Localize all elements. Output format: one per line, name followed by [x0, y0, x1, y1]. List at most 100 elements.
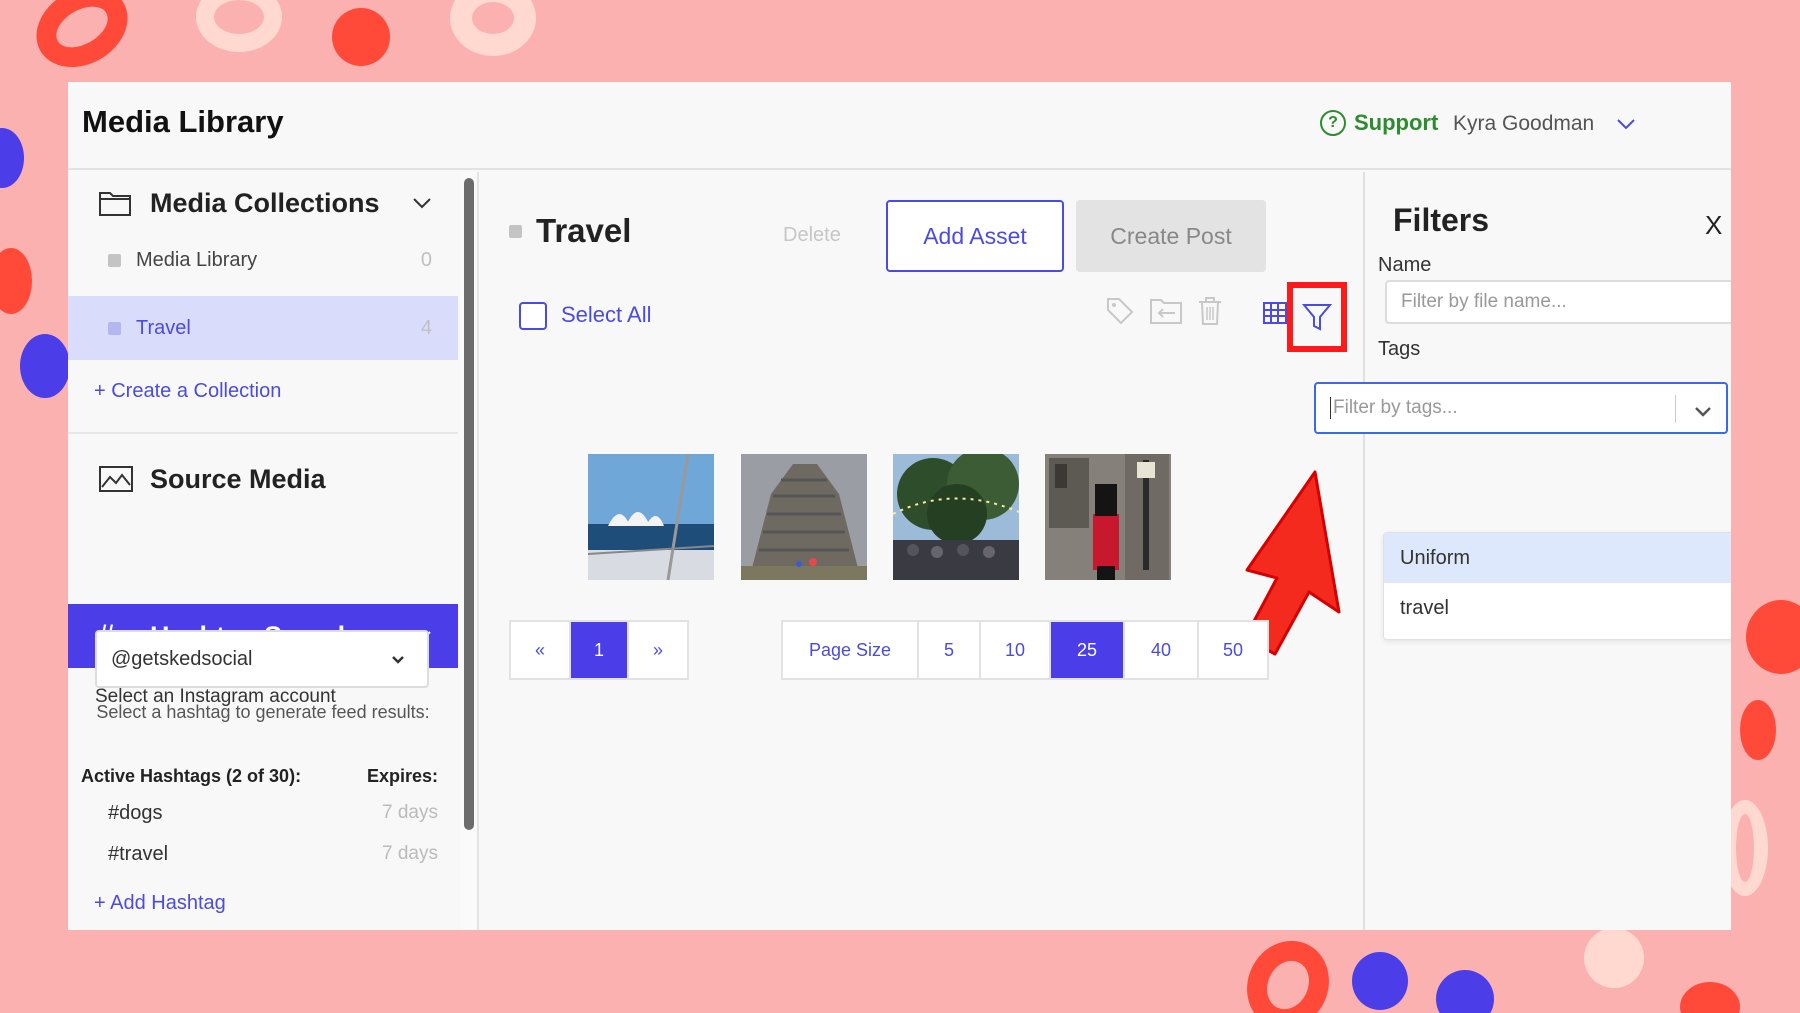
tag-icon[interactable]	[1105, 296, 1135, 331]
tags-dropdown: Uniform travel	[1383, 532, 1731, 640]
support-label: Support	[1354, 110, 1439, 135]
expires-label: Expires:	[367, 766, 439, 786]
app-window: Media Library ? Support Kyra Goodman Med…	[68, 82, 1731, 930]
section-divider	[68, 432, 458, 434]
decor-dot	[1746, 600, 1800, 674]
source-media-label: Source Media	[150, 463, 326, 494]
decor-dot	[1680, 982, 1740, 1013]
name-filter-input[interactable]: Filter by file name...	[1385, 280, 1731, 324]
support-link[interactable]: ? Support	[1320, 110, 1438, 136]
name-filter-placeholder: Filter by file name...	[1401, 291, 1567, 312]
page-size-option-selected[interactable]: 25	[1051, 622, 1125, 678]
hashtag-name: #dogs	[108, 802, 163, 824]
select-all-checkbox[interactable]	[519, 302, 547, 330]
collection-name: Media Library	[136, 248, 258, 271]
page-size-option[interactable]: 5	[919, 622, 981, 678]
chevron-down-icon	[1616, 114, 1636, 135]
page-size-option[interactable]: 10	[981, 622, 1051, 678]
page-size-label: Page Size	[783, 622, 919, 678]
decor-ring	[21, 0, 143, 84]
pager-prev-button[interactable]: «	[511, 622, 571, 678]
hashtag-expires: 7 days	[382, 802, 438, 823]
collection-count: 0	[420, 248, 432, 271]
media-thumbnail[interactable]	[588, 454, 714, 580]
decor-dot	[1740, 700, 1776, 760]
decor-dot	[1352, 952, 1408, 1010]
tags-filter-placeholder: Filter by tags...	[1333, 397, 1458, 418]
account-value: @getskedsocial	[111, 647, 253, 670]
close-filters-button[interactable]: X	[1705, 210, 1722, 241]
text-cursor	[1330, 397, 1331, 419]
tags-filter-field[interactable]: Filter by tags...	[1314, 382, 1728, 434]
decor-ring	[1232, 927, 1344, 1013]
caret-down-icon	[391, 651, 405, 667]
media-collections-label: Media Collections	[150, 187, 380, 218]
name-filter-label: Name	[1378, 254, 1432, 276]
grid-view-icon[interactable]	[1263, 302, 1287, 329]
collection-title: Travel	[509, 212, 631, 250]
media-thumbnail[interactable]	[893, 454, 1019, 580]
trash-icon[interactable]	[1197, 296, 1223, 331]
hashtag-row[interactable]: #travel 7 days	[108, 843, 438, 866]
collection-color-swatch	[509, 224, 522, 238]
media-thumbnail[interactable]	[1045, 454, 1171, 580]
collection-item-travel[interactable]: Travel 4	[68, 296, 458, 360]
decor-dot	[20, 334, 70, 398]
help-circle-icon: ?	[1320, 110, 1346, 136]
chevron-down-icon	[412, 193, 432, 214]
collection-item-media-library[interactable]: Media Library 0	[68, 228, 458, 292]
pager-next-button[interactable]: »	[629, 622, 687, 678]
move-to-collection-icon[interactable]	[1149, 296, 1183, 331]
chevron-down-icon[interactable]	[1694, 402, 1712, 424]
add-hashtag-link[interactable]: + Add Hashtag	[94, 892, 226, 915]
decor-ring	[450, 0, 536, 56]
filter-icon	[1302, 304, 1332, 331]
filter-button[interactable]	[1287, 282, 1347, 352]
active-hashtags-label: Active Hashtags (2 of 30):	[81, 766, 302, 786]
image-icon	[98, 465, 134, 498]
decor-dot	[1584, 928, 1644, 988]
collection-name: Travel	[136, 316, 191, 339]
select-all-label[interactable]: Select All	[561, 302, 652, 328]
create-post-button[interactable]: Create Post	[1076, 200, 1266, 272]
create-collection-link[interactable]: + Create a Collection	[94, 380, 281, 403]
instagram-account-select[interactable]: @getskedsocial	[95, 630, 429, 688]
decor-dot	[332, 8, 390, 66]
user-name: Kyra Goodman	[1453, 112, 1595, 135]
page-title: Media Library	[82, 104, 284, 139]
collection-title-text: Travel	[536, 212, 632, 249]
collection-color-swatch	[108, 253, 121, 267]
decor-dot	[1436, 970, 1494, 1013]
source-media-header[interactable]: Source Media	[68, 448, 458, 510]
sidebar-scrollbar-thumb[interactable]	[464, 178, 474, 830]
page-size-option[interactable]: 50	[1199, 622, 1267, 678]
hashtag-name: #travel	[108, 843, 169, 865]
filters-title: Filters	[1393, 202, 1490, 238]
folder-icon	[98, 189, 132, 222]
delete-button[interactable]: Delete	[783, 224, 841, 247]
tag-option[interactable]: travel	[1384, 583, 1731, 633]
page-size-selector: Page Size 5 10 25 40 50	[781, 620, 1269, 680]
filters-panel: Filters X Name Filter by file name... Ta…	[1365, 172, 1731, 930]
hashtag-expires: 7 days	[382, 843, 438, 864]
collection-count: 4	[420, 316, 432, 339]
tags-filter-label: Tags	[1378, 338, 1421, 360]
decor-ring	[196, 0, 282, 52]
page-size-option[interactable]: 40	[1125, 622, 1199, 678]
sidebar: Media Collections Media Library 0 Travel…	[68, 172, 458, 930]
hashtag-row[interactable]: #dogs 7 days	[108, 802, 438, 825]
hashtag-hint: Select a hashtag to generate feed result…	[96, 702, 430, 722]
main-content: Travel Delete Add Asset Create Post Sele…	[479, 172, 1363, 930]
media-collections-header[interactable]: Media Collections	[68, 172, 458, 234]
user-menu[interactable]: Kyra Goodman	[1453, 112, 1636, 136]
pagination: « 1 »	[509, 620, 689, 680]
tag-option[interactable]: Uniform	[1384, 533, 1731, 583]
pager-page-button[interactable]: 1	[571, 622, 629, 678]
collection-color-swatch	[108, 321, 121, 335]
input-separator	[1675, 395, 1676, 423]
top-bar: Media Library ? Support Kyra Goodman	[68, 82, 1731, 170]
media-thumbnail[interactable]	[741, 454, 867, 580]
decor-dot	[0, 128, 24, 188]
decor-dot	[0, 248, 32, 314]
add-asset-button[interactable]: Add Asset	[886, 200, 1064, 272]
